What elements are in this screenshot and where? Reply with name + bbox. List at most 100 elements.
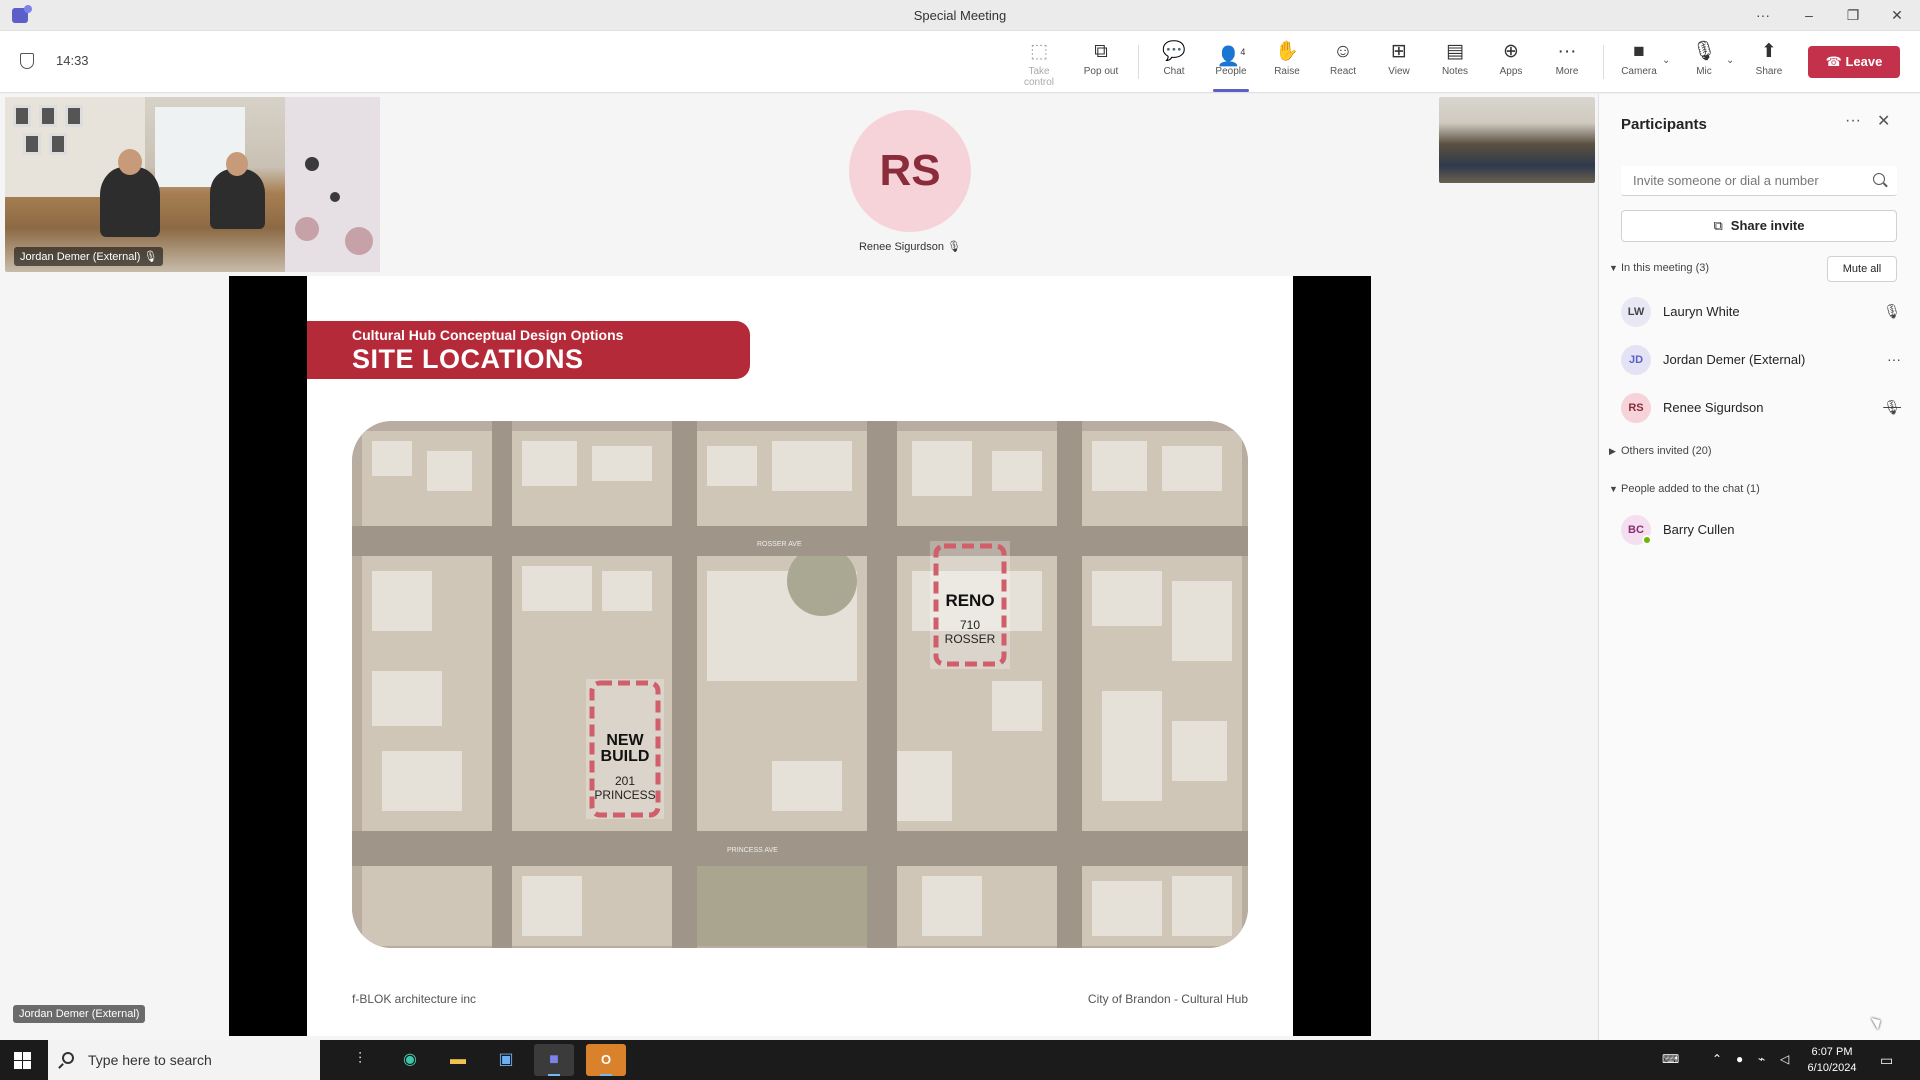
camera-icon: ■: [1633, 41, 1645, 62]
video-person: [210, 169, 265, 229]
share-label: Share: [1755, 66, 1783, 77]
people-count-badge: 4: [1240, 47, 1246, 57]
window-more-button[interactable]: ···: [1748, 4, 1778, 26]
wall-frame: [49, 133, 67, 155]
slide-banner: Cultural Hub Conceptual Design Options S…: [307, 321, 750, 379]
participant-row[interactable]: BC Barry Cullen: [1621, 512, 1911, 548]
outlook-icon[interactable]: O: [586, 1044, 626, 1076]
participant-row[interactable]: JD Jordan Demer (External) ···: [1621, 342, 1911, 378]
street-label-rosser: ROSSER AVE: [757, 541, 802, 548]
chat-button[interactable]: 💬 Chat: [1148, 40, 1200, 86]
mic-options-chevron-icon[interactable]: ⌄: [1726, 55, 1734, 66]
meeting-toolbar: 14:33 ⬚ Take control ⧉ Pop out 💬 Chat 👤4…: [0, 31, 1920, 93]
panel-title: Participants: [1621, 116, 1707, 133]
mic-icon: 🎙: [1883, 303, 1901, 319]
window-title: Special Meeting: [913, 8, 1007, 23]
in-meeting-section-toggle[interactable]: ▼ In this meeting (3): [1609, 262, 1709, 274]
people-button[interactable]: 👤4 People: [1205, 40, 1257, 92]
chevron-down-icon: ▼: [1609, 484, 1618, 494]
slide-title: SITE LOCATIONS: [352, 344, 584, 374]
minimize-button[interactable]: –: [1794, 4, 1824, 26]
react-button[interactable]: ☺ React: [1317, 40, 1369, 86]
restore-button[interactable]: ❐: [1838, 4, 1868, 26]
more-label: More: [1555, 66, 1579, 77]
edge-icon[interactable]: ◉: [390, 1044, 430, 1076]
notes-icon: ▤: [1446, 41, 1464, 62]
reno-address-number: 710: [960, 618, 980, 632]
participant-video-tile[interactable]: Jordan Demer (External) 🎙: [5, 97, 380, 272]
toolbar-divider: [1603, 45, 1604, 79]
store-icon[interactable]: ▣: [486, 1044, 526, 1076]
take-control-button[interactable]: ⬚ Take control: [1013, 40, 1065, 88]
aerial-map-image: RENO 710 ROSSER NEW BUILD 201 PRINCESS R…: [352, 421, 1248, 948]
camera-options-chevron-icon[interactable]: ⌄: [1662, 55, 1670, 66]
share-button[interactable]: ⬆ Share: [1743, 40, 1795, 86]
participant-name: Jordan Demer (External): [1663, 352, 1806, 367]
mic-button[interactable]: 🎙 Mic: [1678, 40, 1730, 86]
participants-panel: Participants ··· ✕ ⧉Share invite ▼In thi…: [1598, 94, 1920, 1040]
site-aerial-map: RENO 710 ROSSER NEW BUILD 201 PRINCESS R…: [352, 421, 1248, 948]
participant-row[interactable]: LW Lauryn White 🎙: [1621, 294, 1911, 330]
close-window-button[interactable]: ✕: [1882, 4, 1912, 26]
share-invite-button[interactable]: ⧉ Share invite: [1621, 210, 1897, 242]
video-wall-art: [285, 97, 380, 272]
mic-tray-icon[interactable]: ●: [1736, 1052, 1743, 1066]
close-icon[interactable]: ✕: [1877, 111, 1890, 131]
shared-content[interactable]: Cultural Hub Conceptual Design Options S…: [229, 276, 1371, 1036]
task-view-icon[interactable]: ⫶: [340, 1044, 380, 1076]
view-button[interactable]: ⊞ View: [1373, 40, 1425, 86]
more-button[interactable]: ··· More: [1541, 40, 1593, 86]
taskbar-clock[interactable]: 6:07 PM 6/10/2024: [1802, 1044, 1862, 1076]
volume-icon[interactable]: ◁: [1780, 1052, 1789, 1066]
camera-button[interactable]: ■ Camera: [1613, 40, 1665, 86]
notes-label: Notes: [1441, 66, 1469, 77]
clock-date: 6/10/2024: [1807, 1062, 1857, 1074]
slide-footer-firm: f-BLOK architecture inc: [352, 992, 477, 1006]
windows-start-icon[interactable]: [14, 1052, 31, 1069]
wall-frame: [39, 105, 57, 127]
notifications-icon[interactable]: ▭: [1880, 1052, 1893, 1069]
network-icon[interactable]: ⌁: [1758, 1052, 1765, 1066]
added-to-chat-section-toggle[interactable]: ▼ People added to the chat (1): [1609, 483, 1760, 495]
search-icon: [62, 1052, 74, 1064]
meeting-timer: 14:33: [56, 53, 89, 68]
raise-label: Raise: [1274, 66, 1300, 77]
chat-icon: 💬: [1162, 41, 1186, 62]
participant-name: Renee Sigurdson: [1663, 400, 1764, 415]
share-link-icon: ⧉: [1713, 218, 1723, 233]
chevron-up-icon[interactable]: ⌃: [1712, 1052, 1722, 1066]
participant-more-icon[interactable]: ···: [1887, 351, 1901, 367]
keyboard-icon[interactable]: ⌨: [1662, 1052, 1679, 1066]
react-icon: ☺: [1333, 41, 1353, 62]
mute-all-button[interactable]: Mute all: [1827, 256, 1897, 282]
clock-time: 6:07 PM: [1811, 1046, 1853, 1058]
raise-hand-button[interactable]: ✋ Raise: [1261, 40, 1313, 86]
window-title-bar: Special Meeting ··· – ❐ ✕: [0, 0, 1920, 31]
apps-button[interactable]: ⊕ Apps: [1485, 40, 1537, 86]
leave-button[interactable]: ☎ Leave: [1808, 46, 1900, 78]
notes-button[interactable]: ▤ Notes: [1429, 40, 1481, 86]
taskbar-search-box[interactable]: Type here to search: [48, 1040, 320, 1080]
avatar: LW: [1621, 297, 1651, 327]
panel-more-icon[interactable]: ···: [1845, 112, 1861, 130]
react-label: React: [1329, 66, 1357, 77]
participant-row[interactable]: RS Renee Sigurdson 🎙: [1621, 390, 1911, 426]
avatar: RS: [1621, 393, 1651, 423]
invite-search-input[interactable]: [1621, 166, 1897, 196]
room-video-thumbnail[interactable]: [1439, 97, 1595, 183]
video-person-head: [226, 152, 248, 176]
pop-out-button[interactable]: ⧉ Pop out: [1075, 40, 1127, 86]
chevron-right-icon: ▶: [1609, 446, 1616, 456]
mic-muted-icon: 🎙: [143, 251, 158, 263]
camera-label: Camera: [1621, 66, 1657, 77]
raise-hand-icon: ✋: [1275, 41, 1299, 62]
speaker-avatar[interactable]: RS: [849, 110, 971, 232]
video-person: [100, 167, 160, 237]
file-explorer-icon[interactable]: ▬: [438, 1044, 478, 1076]
people-icon: 👤4: [1216, 46, 1246, 68]
apps-label: Apps: [1499, 66, 1523, 77]
others-invited-section-toggle[interactable]: ▶ Others invited (20): [1609, 445, 1711, 457]
teams-icon[interactable]: ■: [534, 1044, 574, 1076]
new-build-address-number: 201: [615, 774, 635, 788]
people-label: People: [1215, 66, 1247, 77]
